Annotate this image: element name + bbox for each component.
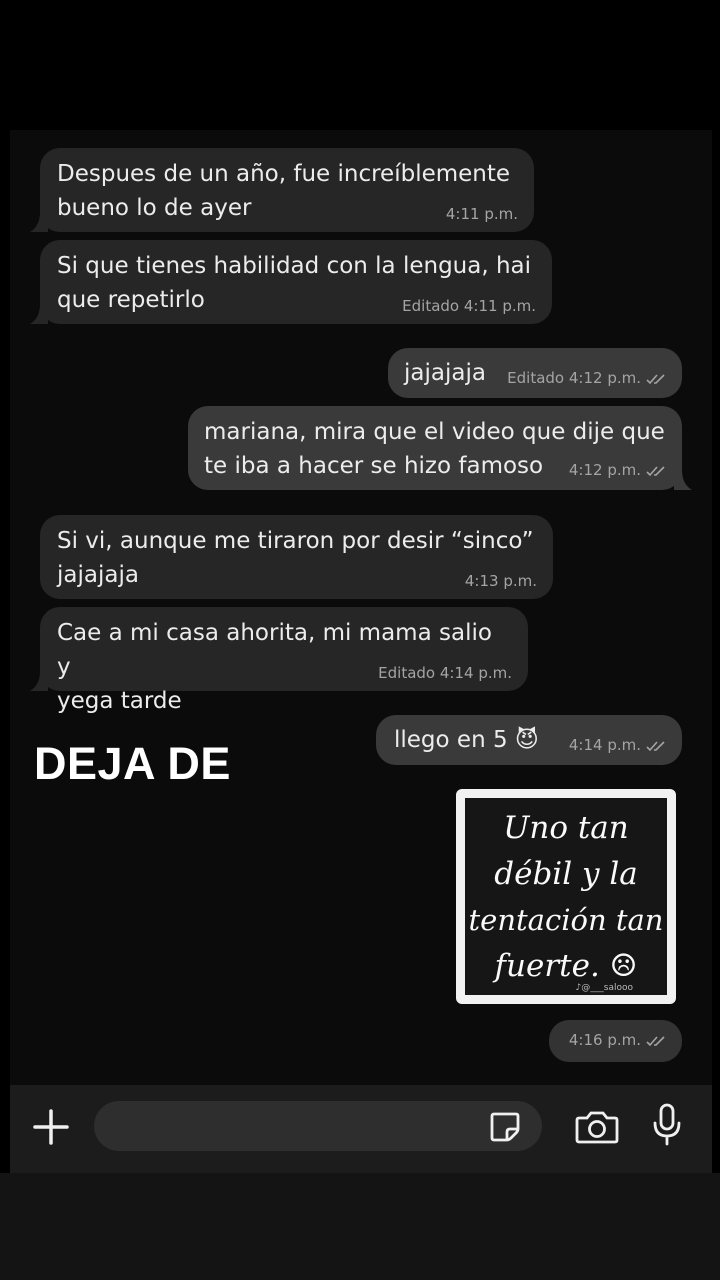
message-status: 4:12 p.m. [569,461,666,481]
sticker-text-line: Uno tan [503,809,629,846]
message-status: Editado 4:12 p.m. [507,369,666,389]
incoming-message[interactable]: Cae a mi casa ahorita, mi mama salio y y… [30,607,528,714]
story-overlay-text: DEJA DE [34,738,231,789]
double-check-icon [646,738,666,756]
bubble-tail [30,304,48,324]
message-time: 4:13 p.m. [464,572,537,590]
outgoing-message[interactable]: jajajaja Editado 4:12 p.m. [388,348,682,398]
outgoing-message[interactable]: mariana, mira que el video que dije que … [188,406,692,490]
sticker-text-line: débil y la [494,855,638,892]
message-text-line: yega tarde [57,688,182,714]
sticker-image: Uno tan débil y la tentación tan fuerte.… [465,798,667,995]
message-text-line: Despues de un año, fue increíblemente [57,161,511,187]
sticker-timestamp: 4:16 p.m. [549,1020,682,1062]
camera-icon[interactable] [574,1106,620,1148]
sticker-text-line: tentación tan [468,902,664,937]
message-text-line: Si que tienes habilidad con la lengua, h… [57,253,532,279]
microphone-icon[interactable] [648,1102,686,1148]
message-time: 4:16 p.m. [568,1031,641,1049]
outgoing-message[interactable]: llego en 5 😈 4:14 p.m. [376,715,682,765]
message-text-line: mariana, mira que el video que dije que [204,419,665,445]
sticker-text-line: fuerte. ☹ [494,947,638,984]
double-check-icon [646,371,666,389]
bottom-area [0,1173,720,1280]
message-text-line: Si vi, aunque me tiraron por desir “sinc… [57,528,534,554]
double-check-icon [646,1033,666,1051]
bubble-tail [30,212,48,232]
message-time: Editado 4:12 p.m. [507,369,641,387]
message-time: 4:11 p.m. [445,205,518,223]
message-status: 4:14 p.m. [569,736,666,756]
message-time: 4:14 p.m. [568,736,641,754]
sticker-icon[interactable] [486,1108,524,1146]
message-time: 4:12 p.m. [568,461,641,479]
message-time: Editado 4:11 p.m. [402,297,536,315]
message-time: Editado 4:14 p.m. [378,664,512,682]
sticker-message[interactable]: Uno tan débil y la tentación tan fuerte.… [456,789,676,1004]
incoming-message[interactable]: Despues de un año, fue increíblemente bu… [30,148,534,232]
sticker-watermark: ♪@___salooo [575,983,633,993]
bubble-tail [674,470,692,490]
incoming-message[interactable]: Si que tienes habilidad con la lengua, h… [30,240,552,324]
message-input[interactable] [94,1101,542,1151]
bubble-tail [30,671,48,691]
message-status: 4:16 p.m. [569,1031,666,1051]
double-check-icon [646,463,666,481]
plus-icon[interactable] [30,1106,72,1148]
incoming-message[interactable]: Si vi, aunque me tiraron por desir “sinc… [40,515,553,599]
